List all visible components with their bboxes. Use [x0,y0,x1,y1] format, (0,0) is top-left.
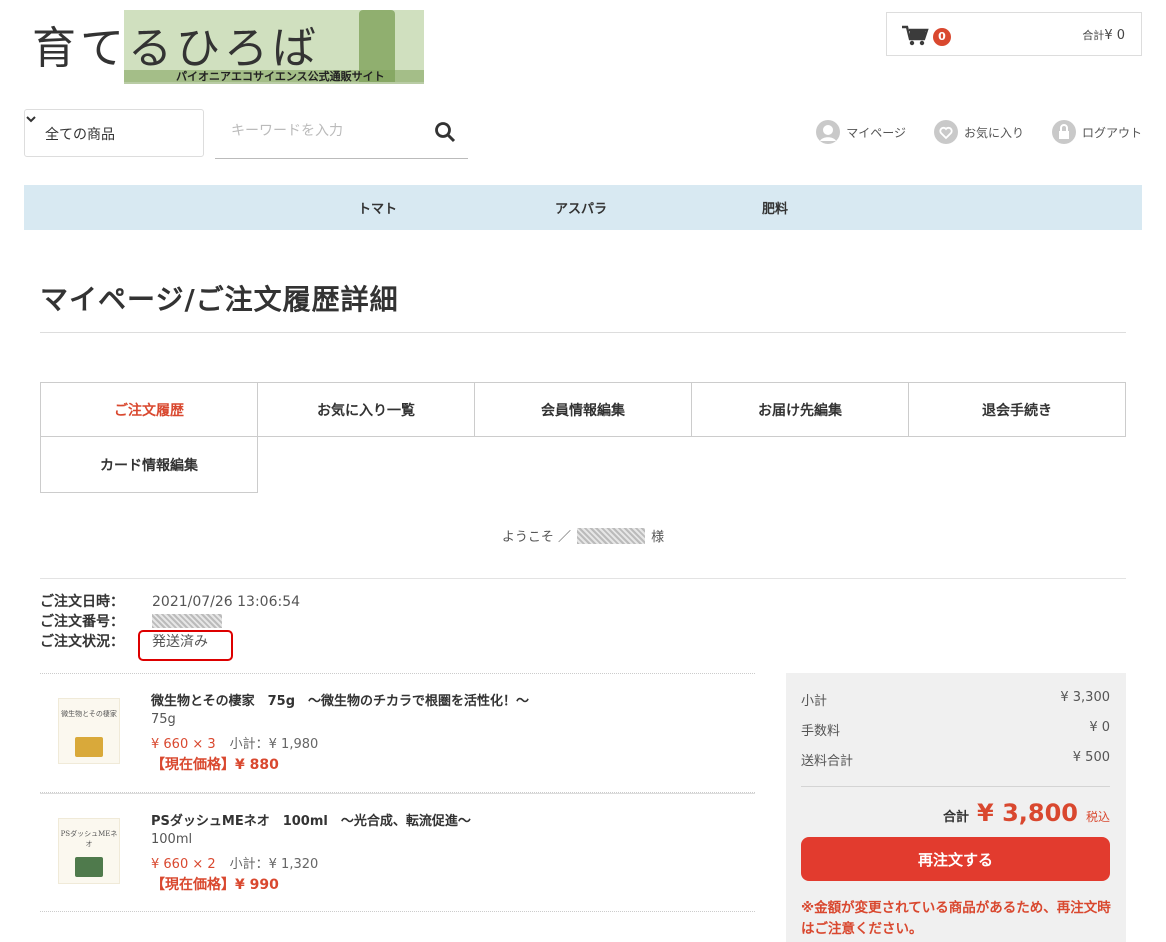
order-date-value: 2021/07/26 13:06:54 [152,594,301,610]
page-title: マイページ/ご注文履歴詳細 [40,283,399,316]
mypage-link[interactable]: マイページ [816,120,906,144]
status-highlight [138,630,233,661]
order-summary: 小計 ¥ 3,300 手数料 ¥ 0 送料合計 ¥ 500 合計 ¥ 3,800 税込… [786,673,1126,942]
subtotal-row: 小計 ¥ 3,300 [801,690,1110,709]
logout-link[interactable]: ログアウト [1051,120,1142,144]
fee-row: 手数料 ¥ 0 [801,720,1110,739]
tab-order-history[interactable]: ご注文履歴 [40,382,258,437]
heart-icon [933,120,958,144]
subtotal-value: ¥ 3,300 [1060,690,1110,705]
product-name[interactable]: PSダッシュMEネオ 100ml ～光合成、転流促進～ [151,810,471,829]
masked-order-number [152,614,222,628]
cart-total-value: ¥ 0 [1104,28,1125,43]
global-nav: トマト アスパラ 肥料 [24,185,1142,230]
category-select[interactable]: 全ての商品 [24,109,204,157]
product-image[interactable]: 微生物とその棲家 [58,698,120,764]
product-name[interactable]: 微生物とその棲家 75g ～微生物のチカラで根圏を活性化！～ [151,690,529,709]
order-number-label: ご注文番号： [40,614,124,630]
nav-item-asparagus[interactable]: アスパラ [555,198,607,217]
logo-title: 育てるひろば [32,23,320,74]
cart-summary[interactable]: 0 合計¥ 0 [886,12,1142,56]
cart-total: 合計¥ 0 [1082,27,1125,43]
product-image-text: 微生物とその棲家 [61,710,117,718]
divider [40,578,1126,579]
shipping-row: 送料合計 ¥ 500 [801,750,1110,769]
fee-value: ¥ 0 [1089,720,1110,735]
divider [40,332,1126,333]
divider [801,786,1110,787]
tab-withdraw[interactable]: 退会手続き [908,382,1126,437]
logo-subtitle: パイオニアエコサイエンス公式通販サイト [176,70,385,83]
tax-label: 税込 [1085,810,1110,824]
search-icon[interactable] [434,121,456,143]
mypage-label: マイページ [846,125,906,140]
cart-count-badge: 0 [933,28,951,46]
subtotal-label: 小計 [801,694,828,709]
tab-card-edit[interactable]: カード情報編集 [40,436,258,493]
product-image[interactable]: PSダッシュMEネオ [58,818,120,884]
user-icon [816,120,841,144]
order-date-label: ご注文日時： [40,594,124,610]
chevron-down-icon [26,116,36,123]
welcome-message: ようこそ ／ 様 [0,526,1166,545]
price-quantity: ¥ 660 × 2 [151,857,216,872]
nav-item-fertilizer[interactable]: 肥料 [762,198,788,217]
order-items: 微生物とその棲家 微生物とその棲家 75g ～微生物のチカラで根圏を活性化！～ … [40,673,755,912]
logout-label: ログアウト [1081,125,1142,140]
price-quantity: ¥ 660 × 3 [151,737,216,752]
product-price: ¥ 660 × 2 小計：¥ 1,320 [151,853,318,872]
product-package [75,737,103,757]
current-price: 【現在価格】¥ 990 [151,877,279,893]
tab-member-edit[interactable]: 会員情報編集 [474,382,692,437]
price-change-note: ※金額が変更されている商品があるため、再注文時はご注意ください。 [801,900,1111,937]
order-status-label: ご注文状況： [40,634,124,650]
welcome-suffix: 様 [651,530,665,545]
fee-label: 手数料 [801,724,841,739]
masked-user-name [577,528,646,544]
product-image-text: PSダッシュMEネオ [60,830,118,848]
product-volume: 75g [151,712,176,727]
nav-item-tomato[interactable]: トマト [358,198,397,217]
list-item: PSダッシュMEネオ PSダッシュMEネオ 100ml ～光合成、転流促進～ 1… [40,793,755,912]
site-logo[interactable]: 育てるひろば パイオニアエコサイエンス公式通販サイト [24,10,424,84]
cart-total-label: 合計 [1082,29,1105,42]
item-subtotal: 小計：¥ 1,980 [229,737,319,752]
list-item: 微生物とその棲家 微生物とその棲家 75g ～微生物のチカラで根圏を活性化！～ … [40,674,755,793]
total-label: 合計 [943,810,970,825]
current-price: 【現在価格】¥ 880 [151,757,279,773]
tab-delivery-edit[interactable]: お届け先編集 [691,382,909,437]
reorder-button[interactable]: 再注文する [801,837,1110,881]
favorites-link[interactable]: お気に入り [933,120,1024,144]
welcome-prefix: ようこそ ／ [501,530,572,545]
user-links: マイページ お気に入り ログアウト [816,120,1142,144]
favorites-label: お気に入り [963,125,1024,140]
tab-favorites[interactable]: お気に入り一覧 [257,382,475,437]
shipping-label: 送料合計 [801,754,854,769]
search-input[interactable] [231,123,411,139]
item-subtotal: 小計：¥ 1,320 [229,857,319,872]
total-value: ¥ 3,800 [977,799,1078,827]
product-price: ¥ 660 × 3 小計：¥ 1,980 [151,733,318,752]
shipping-value: ¥ 500 [1072,750,1110,765]
lock-icon [1051,120,1076,144]
search-box [215,109,468,159]
product-package [75,857,103,877]
product-volume: 100ml [151,832,193,847]
cart-icon [902,25,929,46]
total-row: 合計 ¥ 3,800 税込 [943,799,1110,827]
category-value: 全ての商品 [45,127,115,143]
